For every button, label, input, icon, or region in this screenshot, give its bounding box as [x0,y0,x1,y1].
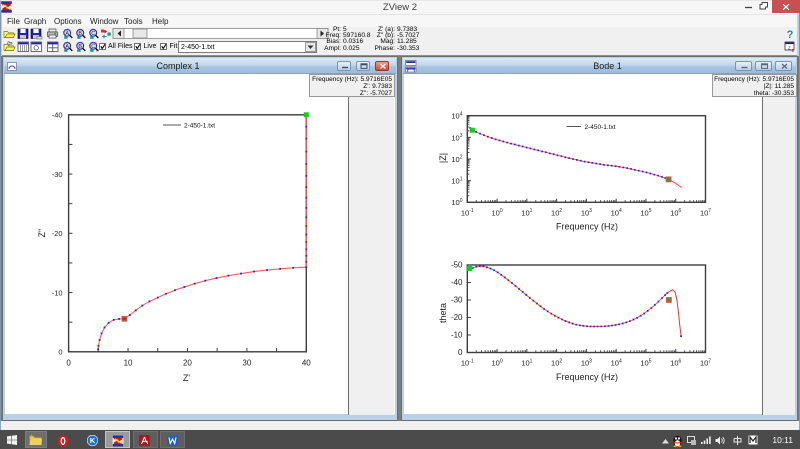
svg-text:0: 0 [66,359,71,368]
svg-text:104: 104 [451,111,462,120]
svg-text:Frequency (Hz): Frequency (Hz) [556,372,618,382]
svg-text:106: 106 [670,358,681,367]
svg-text:100: 100 [492,358,503,367]
svg-text:20: 20 [183,359,192,368]
svg-text:|Z|: |Z| [438,153,448,163]
svg-text:107: 107 [700,358,711,367]
svg-text:105: 105 [640,358,651,367]
svg-text:0: 0 [458,348,463,357]
svg-text:-30: -30 [451,296,463,305]
svg-text:Z': Z' [183,373,190,383]
svg-text:10: 10 [124,359,133,368]
svg-text:10-1: 10-1 [461,358,474,367]
svg-text:107: 107 [700,208,711,217]
svg-text:100: 100 [492,208,503,217]
svg-text:2-450-1.txt: 2-450-1.txt [585,124,616,131]
svg-text:100: 100 [451,198,462,207]
svg-text:105: 105 [640,208,651,217]
svg-text:101: 101 [521,358,532,367]
svg-text:Frequency (Hz): Frequency (Hz) [556,222,618,232]
svg-text:K: K [90,436,96,445]
svg-text:-50: -50 [451,261,463,270]
svg-text:-10: -10 [52,288,63,297]
svg-text:2-450-1.txt: 2-450-1.txt [184,123,215,130]
svg-text:102: 102 [551,208,562,217]
svg-text:101: 101 [521,208,532,217]
svg-text:40: 40 [302,359,311,368]
svg-text:104: 104 [611,208,622,217]
svg-text:-10: -10 [451,331,463,340]
svg-text:103: 103 [581,208,592,217]
svg-text:30: 30 [242,359,251,368]
svg-text:-20: -20 [52,229,63,238]
svg-text:Z'': Z'' [37,228,47,237]
svg-text:101: 101 [451,176,462,185]
svg-text:0: 0 [58,348,62,357]
svg-text:104: 104 [611,358,622,367]
svg-text:106: 106 [670,208,681,217]
svg-text:102: 102 [451,155,462,164]
svg-text:103: 103 [581,358,592,367]
svg-text:103: 103 [451,133,462,142]
svg-text:-30: -30 [52,170,63,179]
svg-text:10-1: 10-1 [461,208,474,217]
svg-text:102: 102 [551,358,562,367]
svg-text:-40: -40 [451,278,463,287]
svg-text:theta: theta [438,303,448,323]
svg-text:-40: -40 [52,111,63,120]
svg-text:-20: -20 [451,313,463,322]
